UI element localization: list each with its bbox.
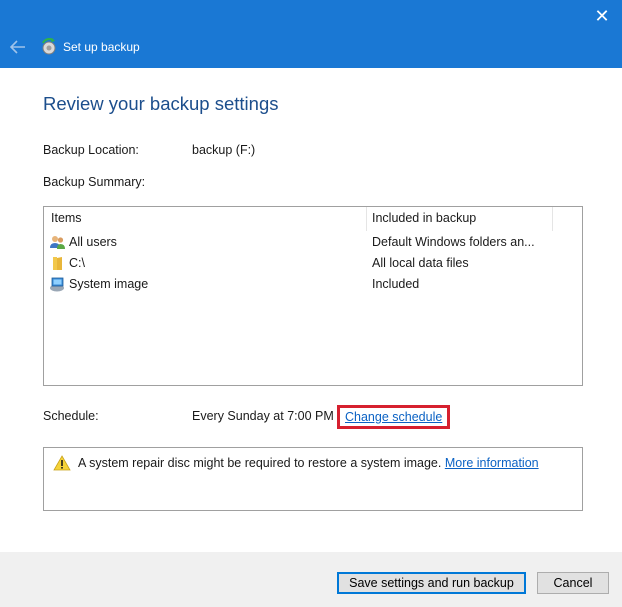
item-name: C:\ [69,256,85,270]
back-button[interactable] [8,37,28,57]
item-included: All local data files [372,256,469,270]
backup-summary-list[interactable]: Items Included in backup All users Defau… [43,206,583,386]
list-item[interactable]: All users Default Windows folders an... [44,232,554,253]
backup-location-value: backup (F:) [192,143,256,157]
item-included: Default Windows folders an... [372,235,535,249]
cancel-button-label: Cancel [553,576,593,590]
system-image-icon [49,276,66,293]
warning-panel: A system repair disc might be required t… [43,447,583,511]
warning-icon [53,455,71,471]
warning-message: A system repair disc might be required t… [78,456,442,470]
backup-location-label: Backup Location: [43,143,139,157]
cancel-button[interactable]: Cancel [537,572,609,594]
backup-window: ✕ Set up backup Review your backup setti… [0,0,622,607]
item-included: Included [372,277,420,291]
column-divider[interactable] [366,207,367,231]
save-and-run-button[interactable]: Save settings and run backup [337,572,526,594]
window-title: Set up backup [63,40,140,54]
column-header-items[interactable]: Items [51,211,82,225]
save-button-label: Save settings and run backup [349,576,514,590]
more-information-link[interactable]: More information [445,456,539,470]
content-area: Review your backup settings Backup Locat… [0,68,622,607]
warning-text: A system repair disc might be required t… [78,456,539,470]
page-title: Review your backup settings [43,93,279,114]
back-arrow-icon [10,40,25,54]
schedule-label: Schedule: [43,409,99,423]
close-icon: ✕ [594,6,610,26]
button-bar: Save settings and run backup Cancel [0,552,622,607]
users-icon [49,234,66,251]
item-name: System image [69,277,149,291]
schedule-value: Every Sunday at 7:00 PM [192,409,334,423]
backup-summary-label: Backup Summary: [43,175,146,189]
change-schedule-link[interactable]: Change schedule [337,405,451,429]
backup-app-icon [40,38,58,56]
close-button[interactable]: ✕ [590,4,614,28]
navigation-row: Set up backup [8,36,140,58]
list-item[interactable]: C:\ All local data files [44,253,554,274]
title-bar: ✕ Set up backup [0,0,622,68]
item-name: All users [69,235,117,249]
folder-icon [49,255,66,272]
column-header-included[interactable]: Included in backup [372,211,476,225]
column-divider[interactable] [552,207,553,231]
summary-header: Items Included in backup [44,207,554,231]
list-item[interactable]: System image Included [44,274,554,295]
